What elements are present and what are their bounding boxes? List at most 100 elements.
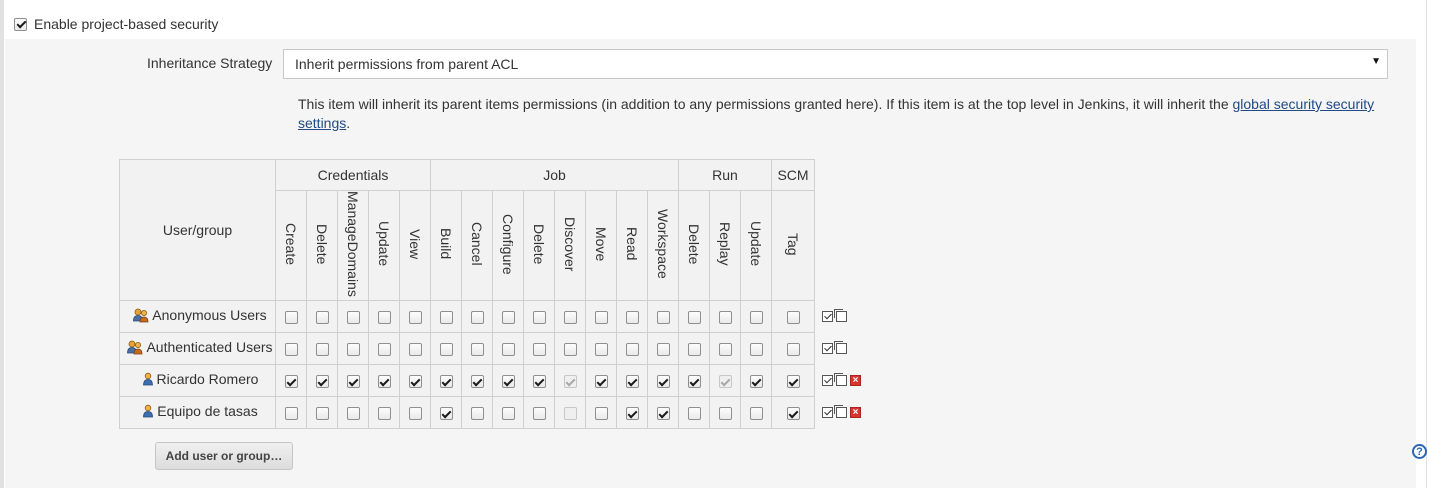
permission-checkbox[interactable] — [470, 343, 484, 357]
permission-checkbox[interactable] — [625, 375, 639, 389]
permission-checkbox[interactable] — [786, 407, 800, 421]
user-icon — [142, 372, 154, 389]
permission-checkbox[interactable] — [656, 375, 670, 389]
permission-cell — [523, 363, 555, 397]
permission-checkbox[interactable] — [687, 407, 701, 421]
remove-icon[interactable]: × — [850, 407, 861, 418]
permission-checkbox[interactable] — [594, 375, 608, 389]
permission-cell — [678, 299, 710, 333]
permission-checkbox[interactable] — [687, 311, 701, 325]
permission-checkbox[interactable] — [563, 311, 577, 325]
permission-cell — [709, 395, 741, 429]
permission-checkbox[interactable] — [408, 407, 422, 421]
permission-checkbox[interactable] — [284, 343, 298, 357]
copy-icon[interactable] — [834, 309, 847, 322]
permission-checkbox[interactable] — [532, 311, 546, 325]
permission-checkbox[interactable] — [687, 375, 701, 389]
permission-checkbox[interactable] — [439, 375, 453, 389]
help-icon[interactable]: ? — [1412, 444, 1427, 459]
permission-label: Cancel — [469, 222, 485, 266]
permission-checkbox[interactable] — [408, 343, 422, 357]
select-all-icon[interactable] — [822, 375, 833, 386]
permission-header: Delete — [678, 190, 710, 301]
permission-checkbox[interactable] — [501, 375, 515, 389]
permission-checkbox[interactable] — [377, 407, 391, 421]
permission-cell — [709, 363, 741, 397]
permission-group-row: User/group Credentials Job Run SCM — [119, 159, 815, 301]
permission-cell — [306, 395, 338, 429]
select-all-icon[interactable] — [822, 343, 833, 354]
permission-checkbox[interactable] — [408, 375, 422, 389]
select-all-icon[interactable] — [822, 311, 833, 322]
left-border — [0, 0, 4, 488]
permission-checkbox[interactable] — [718, 311, 732, 325]
permission-checkbox[interactable] — [346, 375, 360, 389]
copy-icon[interactable] — [834, 341, 847, 354]
permission-cell — [554, 363, 586, 397]
permission-checkbox[interactable] — [786, 311, 800, 325]
permission-checkbox[interactable] — [594, 407, 608, 421]
permission-checkbox[interactable] — [501, 407, 515, 421]
permission-cell — [585, 331, 617, 365]
permission-checkbox[interactable] — [284, 311, 298, 325]
permission-checkbox[interactable] — [284, 407, 298, 421]
permission-checkbox[interactable] — [470, 311, 484, 325]
permission-checkbox[interactable] — [625, 343, 639, 357]
enable-security-checkbox[interactable] — [14, 17, 27, 31]
add-user-or-group-button[interactable]: Add user or group… — [155, 442, 293, 470]
permission-checkbox[interactable] — [346, 407, 360, 421]
permission-checkbox[interactable] — [563, 343, 577, 357]
permission-checkbox[interactable] — [377, 311, 391, 325]
permission-checkbox[interactable] — [346, 311, 360, 325]
permission-checkbox[interactable] — [470, 375, 484, 389]
permission-checkbox[interactable] — [532, 407, 546, 421]
permission-matrix: User/group Credentials Job Run SCM Create De… — [119, 159, 815, 429]
permission-checkbox[interactable] — [749, 407, 763, 421]
permission-checkbox[interactable] — [749, 343, 763, 357]
permission-cell — [368, 363, 400, 397]
permission-checkbox[interactable] — [470, 407, 484, 421]
permission-checkbox[interactable] — [786, 343, 800, 357]
permission-cell — [616, 363, 648, 397]
permission-checkbox[interactable] — [749, 375, 763, 389]
permission-checkbox[interactable] — [625, 311, 639, 325]
permission-checkbox[interactable] — [377, 343, 391, 357]
inheritance-strategy-value: Inherit permissions from parent ACL — [295, 56, 519, 72]
permission-checkbox[interactable] — [594, 343, 608, 357]
permission-cell — [430, 331, 462, 365]
permission-checkbox[interactable] — [656, 407, 670, 421]
permission-checkbox[interactable] — [656, 311, 670, 325]
permission-checkbox[interactable] — [439, 407, 453, 421]
permission-checkbox[interactable] — [439, 311, 453, 325]
permission-cell — [492, 331, 524, 365]
permission-checkbox[interactable] — [501, 343, 515, 357]
permission-checkbox[interactable] — [594, 311, 608, 325]
permission-checkbox[interactable] — [377, 375, 391, 389]
remove-icon[interactable]: × — [850, 375, 861, 386]
select-all-icon[interactable] — [822, 407, 833, 418]
copy-icon[interactable] — [834, 405, 847, 418]
permission-checkbox[interactable] — [718, 407, 732, 421]
permission-checkbox[interactable] — [786, 375, 800, 389]
permission-checkbox[interactable] — [315, 375, 329, 389]
permission-checkbox[interactable] — [532, 343, 546, 357]
permission-checkbox[interactable] — [687, 343, 701, 357]
permission-checkbox[interactable] — [718, 343, 732, 357]
permission-checkbox[interactable] — [284, 375, 298, 389]
inheritance-strategy-select[interactable]: Inherit permissions from parent ACL ▼ — [283, 49, 1388, 79]
permission-label: Workspace — [655, 209, 671, 279]
copy-icon[interactable] — [834, 373, 847, 386]
permission-checkbox[interactable] — [408, 311, 422, 325]
permission-checkbox[interactable] — [315, 311, 329, 325]
permission-checkbox[interactable] — [315, 343, 329, 357]
permission-checkbox[interactable] — [315, 407, 329, 421]
permission-checkbox[interactable] — [346, 343, 360, 357]
permission-group-header: Run — [678, 159, 772, 191]
permission-checkbox[interactable] — [532, 375, 546, 389]
permission-checkbox[interactable] — [656, 343, 670, 357]
permission-checkbox[interactable] — [501, 311, 515, 325]
permission-checkbox[interactable] — [439, 343, 453, 357]
permission-checkbox[interactable] — [625, 407, 639, 421]
permission-row: Equipo de tasas — [119, 395, 815, 429]
permission-checkbox[interactable] — [749, 311, 763, 325]
